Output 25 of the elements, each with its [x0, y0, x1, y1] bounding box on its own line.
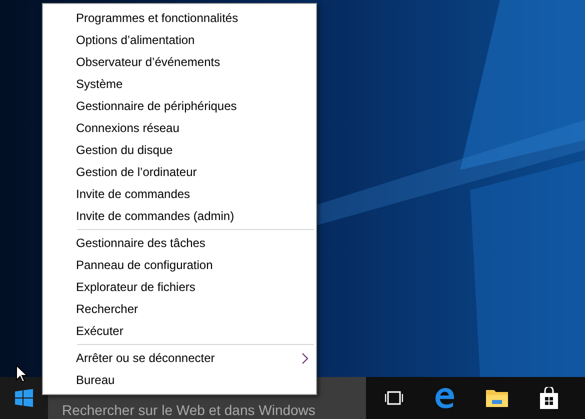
menu-item[interactable]: Options d’alimentation: [43, 29, 316, 51]
menu-item[interactable]: Gestionnaire des tâches: [43, 232, 316, 254]
browser-e-icon: [434, 387, 456, 409]
menu-item[interactable]: Gestion du disque: [43, 139, 316, 161]
menu-item[interactable]: Connexions réseau: [43, 117, 316, 139]
menu-item[interactable]: Arrêter ou se déconnecter: [43, 347, 316, 369]
folder-icon: [486, 389, 508, 407]
menu-item[interactable]: Rechercher: [43, 298, 316, 320]
menu-item[interactable]: Panneau de configuration: [43, 254, 316, 276]
menu-item[interactable]: Invite de commandes: [43, 183, 316, 205]
shopping-bag-icon: [539, 387, 559, 409]
menu-item[interactable]: Invite de commandes (admin): [43, 205, 316, 227]
menu-item[interactable]: Gestionnaire de périphériques: [43, 95, 316, 117]
menu-item[interactable]: Gestion de l’ordinateur: [43, 161, 316, 183]
mouse-cursor-icon: [16, 365, 28, 383]
menu-item[interactable]: Exécuter: [43, 320, 316, 342]
windows-logo-icon: [15, 389, 33, 407]
menu-item[interactable]: Programmes et fonctionnalités: [43, 7, 316, 29]
menu-item[interactable]: Observateur d’événements: [43, 51, 316, 73]
chevron-right-icon: [302, 352, 308, 364]
start-button[interactable]: [0, 377, 48, 419]
menu-item[interactable]: Explorateur de fichiers: [43, 276, 316, 298]
search-placeholder: Rechercher sur le Web et dans Windows: [62, 402, 316, 418]
task-view-icon: [385, 391, 403, 405]
menu-item[interactable]: Système: [43, 73, 316, 95]
